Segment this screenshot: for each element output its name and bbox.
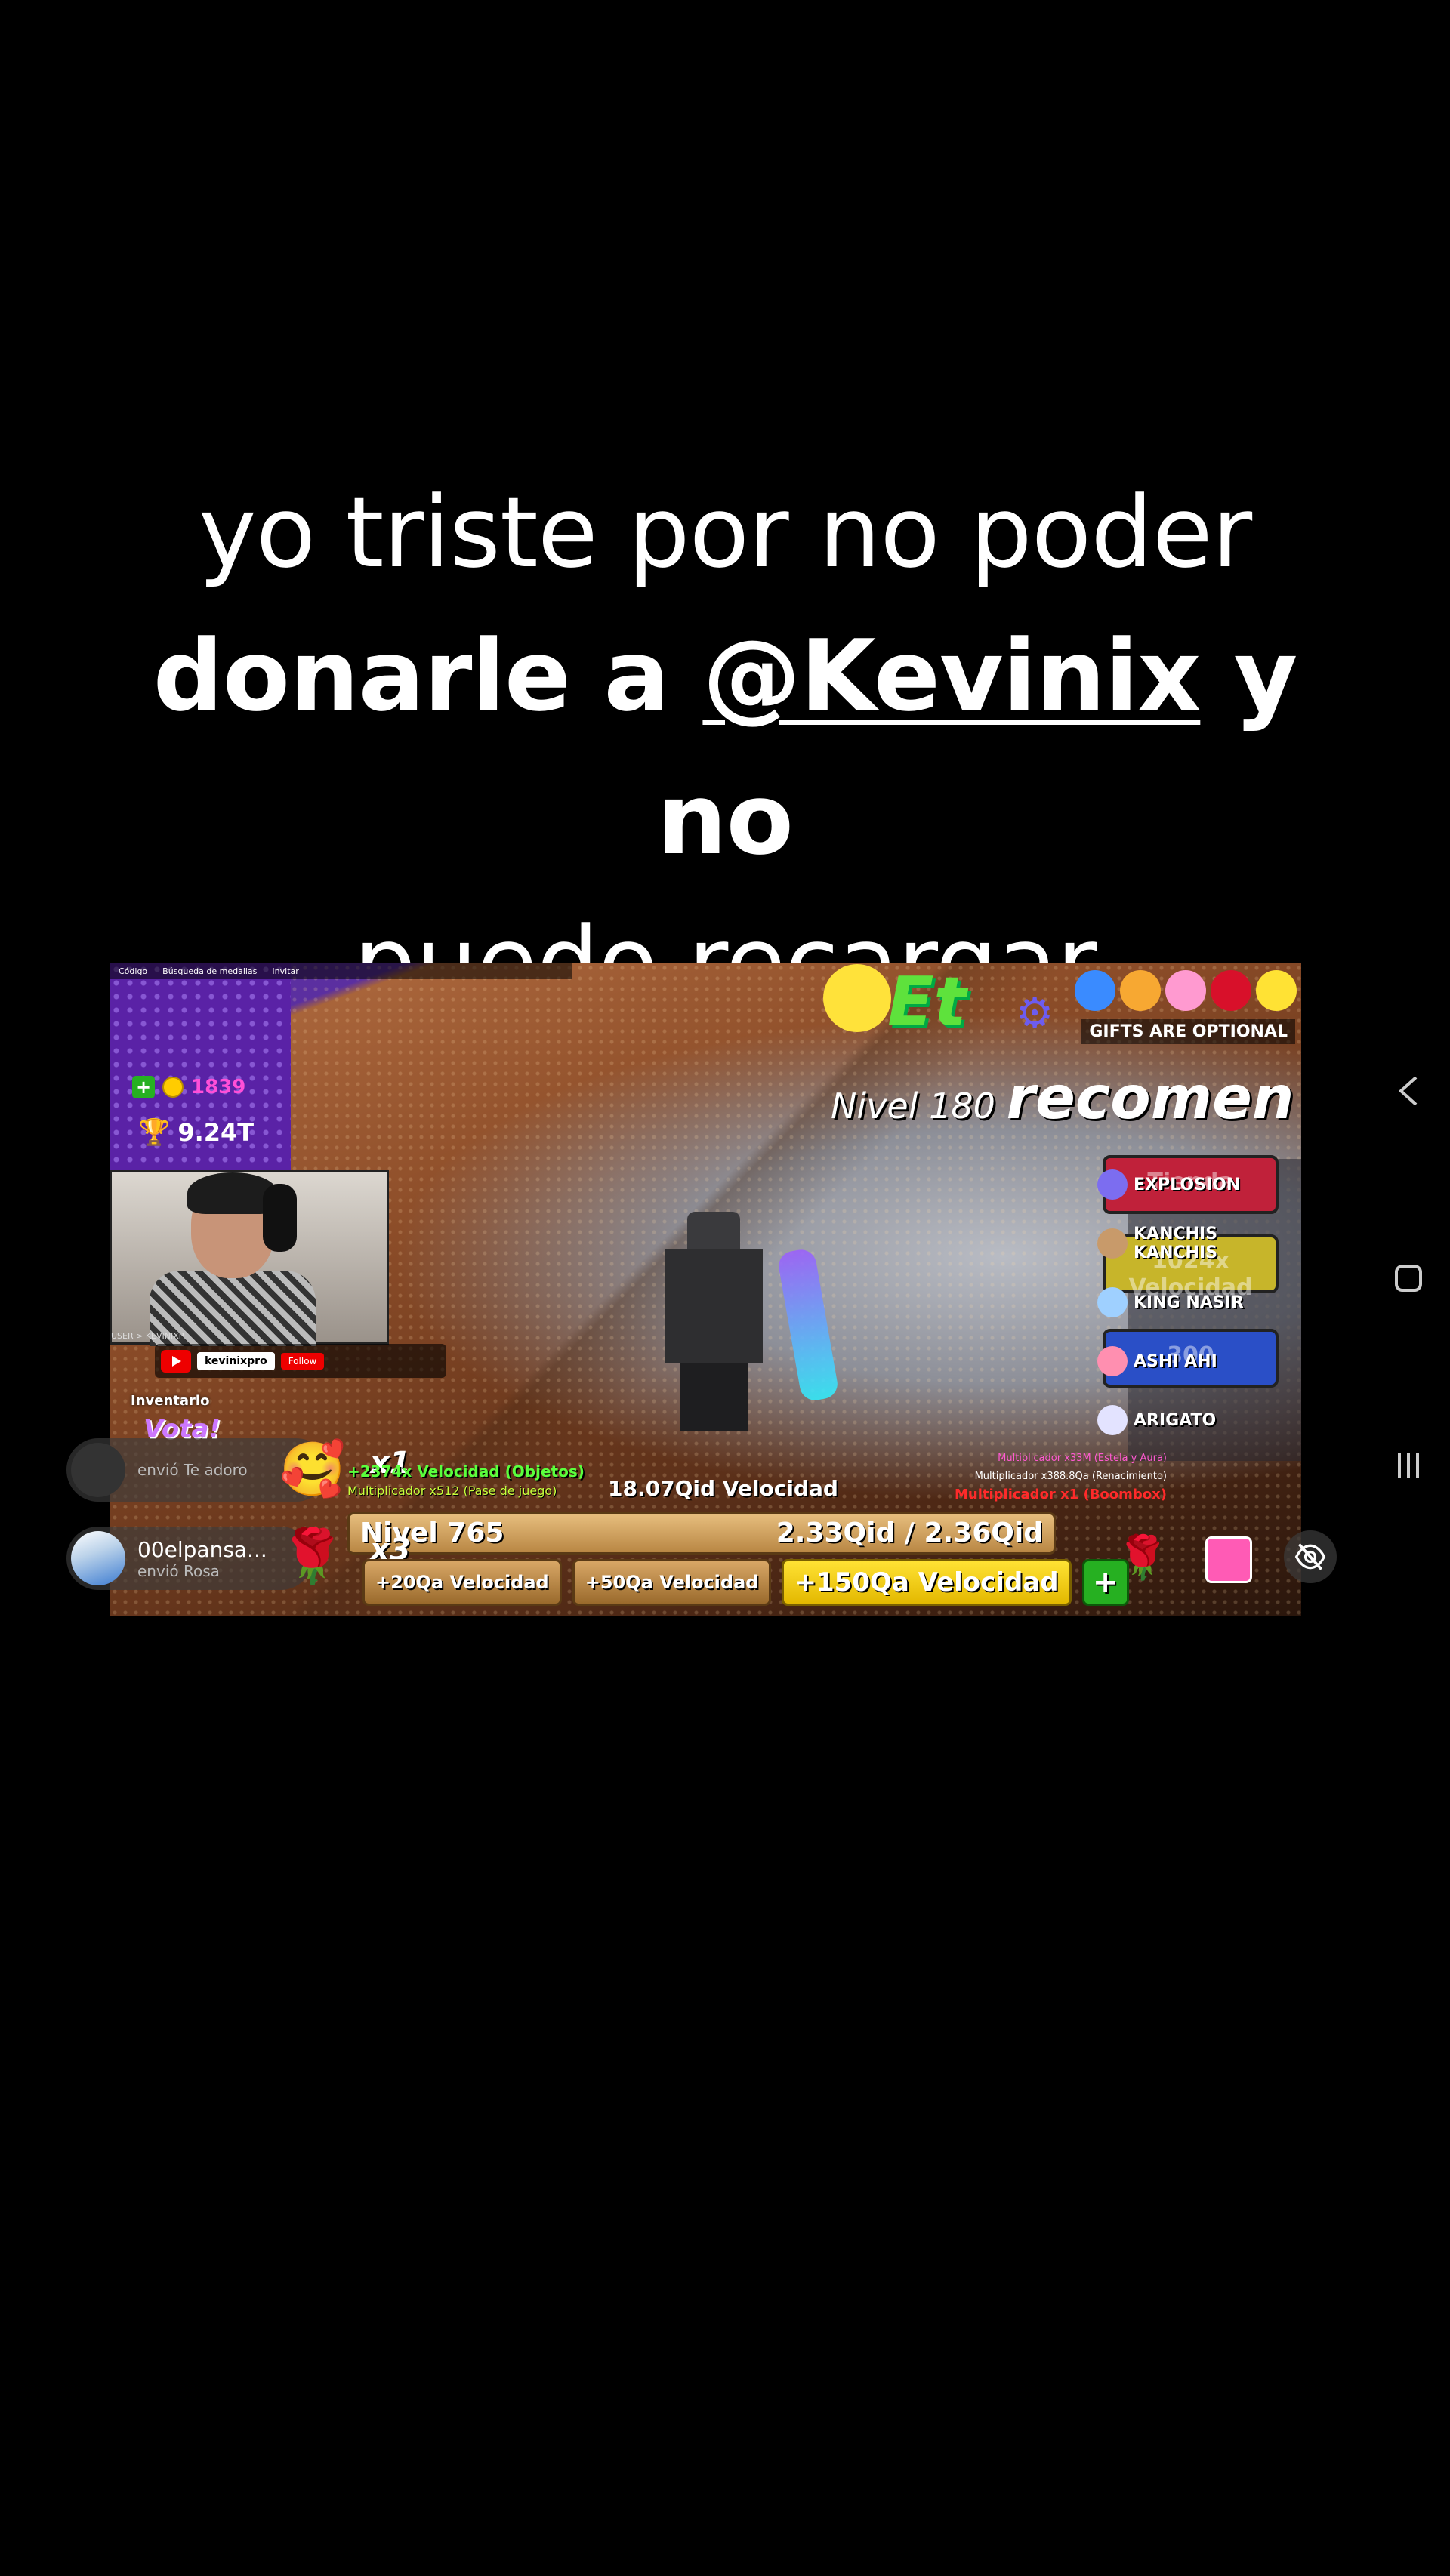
multiplier-list: Multiplicador x33M (Estela y Aura) Multi… [865, 1450, 1167, 1504]
menu-item-medallas: Búsqueda de medallas [162, 966, 258, 976]
trophy-icon: 🏆 [138, 1117, 171, 1148]
notification-text: envió Te adoro [137, 1461, 248, 1479]
webcam-headphones [263, 1184, 297, 1252]
feed-avatar [1097, 1346, 1128, 1376]
eye-off-icon [1294, 1543, 1326, 1570]
gift-list-strip [1075, 970, 1297, 1011]
square-icon [1395, 1265, 1422, 1292]
multiplier-estela: Multiplicador x33M (Estela y Aura) [998, 1453, 1167, 1464]
caption-line-2: donarle a @Kevinix y no [91, 604, 1359, 891]
coin-icon [162, 1077, 184, 1098]
user-tag: USER > KEVINIXP [111, 1331, 184, 1341]
feed-avatar [1097, 1228, 1128, 1259]
gift-thumb-4 [1211, 970, 1251, 1011]
gift-thumb-3 [1165, 970, 1206, 1011]
avatar [71, 1443, 125, 1497]
notification-action: envió Te adoro [137, 1461, 248, 1479]
avatar [71, 1531, 125, 1585]
video-caption: yo triste por no poder donarle a @Kevini… [91, 461, 1359, 1034]
notification-action: envió Rosa [137, 1561, 220, 1580]
speed-150qa-button: +150Qa Velocidad [782, 1559, 1072, 1606]
feed-item: ARIGATO [1097, 1391, 1286, 1450]
speed-buttons: +20Qa Velocidad +50Qa Velocidad +150Qa V… [362, 1559, 1129, 1606]
trophy-counter: 🏆 9.24T [138, 1117, 254, 1148]
multiplier-boombox: Multiplicador x1 (Boombox) [954, 1487, 1167, 1502]
add-coins-icon: + [132, 1076, 155, 1098]
feed-avatar [1097, 1405, 1128, 1435]
menu-item-codigo: Código [119, 966, 148, 976]
youtube-badge: kevinixpro Follow [155, 1344, 446, 1378]
inventory-label: Inventario [131, 1393, 210, 1409]
gear-icon: ⚙ [1016, 989, 1054, 1038]
caption-line-2-pre: donarle a [153, 618, 703, 733]
player-avatar [623, 1204, 804, 1431]
level-banner: Nivel 180 recomen [831, 1065, 1294, 1132]
total-speed: 18.07Qid Velocidad [608, 1476, 838, 1501]
notification-text: 00elpansa... envió Rosa [137, 1537, 267, 1580]
gift-feed: EXPLOSION KANCHIS KANCHIS KING NASIR ASH… [1097, 1155, 1286, 1450]
feed-text: EXPLOSION [1134, 1175, 1241, 1194]
game-top-menu: Código Búsqueda de medallas Invitar [110, 963, 572, 979]
back-button[interactable] [1367, 1049, 1450, 1132]
feed-item: KING NASIR [1097, 1273, 1286, 1332]
gift-box-icon[interactable] [1205, 1536, 1252, 1583]
gift-thumb-2 [1120, 970, 1161, 1011]
feed-text: KANCHIS KANCHIS [1134, 1225, 1218, 1262]
stream-video[interactable]: Código Búsqueda de medallas Invitar + 18… [110, 963, 1301, 1616]
speed-50qa-button: +50Qa Velocidad [572, 1559, 772, 1606]
gift-notification: 00elpansa... envió Rosa [66, 1527, 313, 1590]
feed-avatar [1097, 1169, 1128, 1200]
feed-avatar [1097, 1287, 1128, 1317]
channel-name: kevinixpro [197, 1351, 275, 1370]
chevron-left-icon [1399, 1076, 1418, 1106]
avatar-legs [680, 1363, 748, 1431]
streamer-webcam [110, 1170, 389, 1346]
notification-user: 00elpansa... [137, 1536, 267, 1562]
home-button[interactable] [1367, 1237, 1450, 1320]
trophy-value: 9.24T [177, 1118, 255, 1147]
coin-counter: + 1839 [132, 1076, 245, 1098]
green-sign: Et [887, 963, 967, 1042]
avatar-body [665, 1249, 763, 1363]
hug-face-icon: 🥰 [279, 1438, 346, 1500]
feed-text: ARIGATO [1134, 1410, 1217, 1430]
feed-item: ASHI AHI [1097, 1332, 1286, 1391]
feed-item: EXPLOSION [1097, 1155, 1286, 1214]
caption-line-1: yo triste por no poder [198, 475, 1252, 590]
feed-item: KANCHIS KANCHIS [1097, 1214, 1286, 1273]
level-banner-word: recomen [1006, 1065, 1294, 1132]
system-nav-bar [1367, 1049, 1450, 1507]
follow-badge: Follow [280, 1352, 325, 1370]
mention-link[interactable]: @Kevinix [702, 618, 1201, 733]
level-progress-text: 2.33Qid / 2.36Qid [776, 1518, 1043, 1548]
gift-thumb-5 [1256, 970, 1297, 1011]
coin-value: 1839 [191, 1076, 246, 1098]
multiplier-pass: Multiplicador x512 (Pase de juego) [347, 1484, 557, 1498]
youtube-icon [161, 1349, 191, 1373]
feed-text: KING NASIR [1134, 1293, 1244, 1312]
gift-thumb-1 [1075, 970, 1115, 1011]
level-banner-prefix: Nivel 180 [831, 1086, 995, 1126]
level-progress-bar: Nivel 765 2.33Qid / 2.36Qid [347, 1512, 1056, 1555]
smiley-sign [823, 964, 891, 1032]
rose-gift-icon[interactable]: 🌹 [1116, 1533, 1169, 1582]
three-lines-icon [1398, 1453, 1419, 1478]
eye-off-button[interactable] [1284, 1530, 1337, 1583]
speed-20qa-button: +20Qa Velocidad [362, 1559, 562, 1606]
menu-item-invitar: Invitar [272, 966, 299, 976]
velocity-objects: +2374x Velocidad (Objetos) [347, 1462, 585, 1481]
feed-text: ASHI AHI [1134, 1351, 1217, 1371]
rose-icon: 🌹 [279, 1525, 346, 1587]
gifts-optional-label: GIFTS ARE OPTIONAL [1081, 1019, 1295, 1044]
multiplier-renacimiento: Multiplicador x388.8Qa (Renacimiento) [974, 1471, 1167, 1482]
recents-button[interactable] [1367, 1424, 1450, 1507]
